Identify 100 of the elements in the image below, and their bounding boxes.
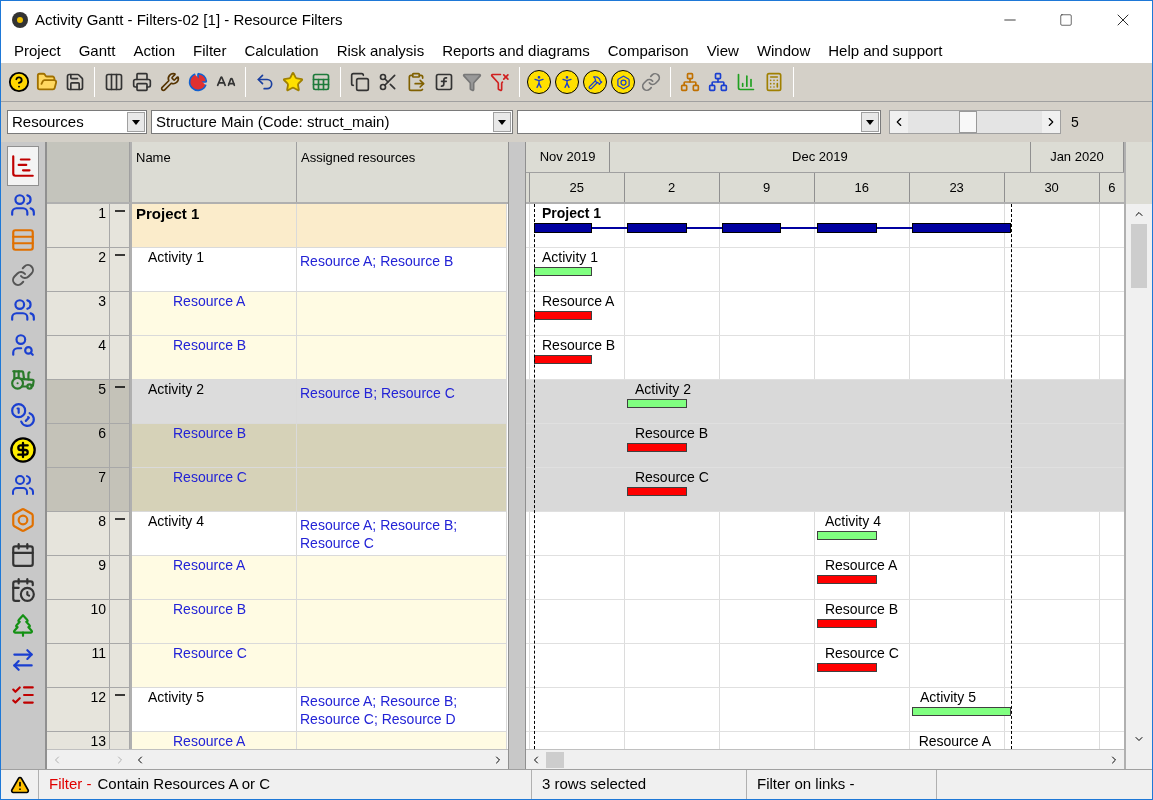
row-header[interactable]: 6 (47, 424, 110, 468)
outline-cell[interactable] (110, 248, 130, 292)
activity-bar[interactable] (816, 531, 878, 540)
name-cell: Resource C (132, 644, 297, 688)
slider-thumb[interactable] (959, 111, 978, 133)
outline-cell[interactable] (110, 204, 130, 248)
menu-item[interactable]: View (697, 39, 748, 63)
name-cell: Resource B (132, 424, 297, 468)
bar-label: Activity 2 (634, 381, 691, 397)
bar-label: Activity 4 (824, 513, 881, 529)
activity-bar[interactable] (534, 267, 592, 276)
dropdown-icon[interactable] (861, 112, 879, 132)
menu-item[interactable]: Window (747, 39, 820, 63)
row-header[interactable]: 9 (47, 556, 110, 600)
outline-cell[interactable] (110, 600, 130, 644)
assigned-resources-cell: Resource A; Resource B; Resource C (297, 512, 507, 556)
month-header: Dec 2019 (610, 142, 1031, 172)
name-cell: Resource B (132, 600, 297, 644)
collapse-icon[interactable] (114, 693, 125, 697)
scroll-thumb[interactable] (1131, 224, 1147, 288)
maximize-icon[interactable] (1059, 13, 1073, 27)
name-cell: Resource A (132, 732, 297, 749)
column-header[interactable]: Name (132, 142, 297, 202)
collapse-icon[interactable] (114, 253, 125, 257)
row-header[interactable]: 11 (47, 644, 110, 688)
row-header[interactable]: 4 (47, 336, 110, 380)
outline-cell[interactable] (110, 644, 130, 688)
summary-bar[interactable] (534, 223, 1011, 233)
outline-cell[interactable] (110, 380, 130, 424)
name-cell: Resource A (132, 292, 297, 336)
row-header[interactable]: 3 (47, 292, 110, 336)
collapse-icon[interactable] (114, 385, 125, 389)
row-header[interactable]: 2 (47, 248, 110, 292)
outline-cell[interactable] (110, 556, 130, 600)
app-logo-icon (11, 11, 29, 29)
week-header: 2 (623, 173, 719, 202)
assigned-resources-cell: Resource A; Resource B; Resource C; Resource D (297, 688, 507, 732)
window-title: Activity Gantt - Filters-02 [1] - Resource Filters (35, 9, 344, 30)
bar-label: Resource B (542, 337, 616, 353)
name-cell: Activity 5 (132, 688, 297, 732)
row-header[interactable]: 8 (47, 512, 110, 556)
menu-item[interactable]: Filter (184, 39, 236, 63)
activity-bar[interactable] (626, 399, 687, 408)
menu-item[interactable]: Help and support (819, 39, 952, 63)
resource-bar[interactable] (816, 663, 878, 672)
bar-label: Project 1 (542, 205, 602, 221)
outline-cell[interactable] (110, 688, 130, 732)
horizontal-scrollbar[interactable] (526, 749, 1124, 769)
bar-label: Activity 1 (542, 249, 598, 265)
month-header: Nov 2019 (526, 142, 611, 172)
menu-item[interactable]: Action (124, 39, 185, 63)
structure-select[interactable]: Structure Main (Code: struct_main) (151, 110, 513, 134)
menu-item[interactable]: Project (5, 39, 70, 63)
filter-label: Filter - (49, 774, 92, 795)
dropdown-icon[interactable] (493, 112, 511, 132)
outline-cell[interactable] (110, 468, 130, 512)
outline-cell[interactable] (110, 336, 130, 380)
name-cell: Resource C (132, 468, 297, 512)
row-header[interactable]: 10 (47, 600, 110, 644)
row-header[interactable]: 13 (47, 732, 110, 749)
row-header[interactable]: 12 (47, 688, 110, 732)
gantt-chart-icon[interactable] (7, 146, 39, 186)
collapse-icon[interactable] (114, 209, 125, 213)
bar-label: Resource B (634, 425, 709, 441)
row-header[interactable]: 5 (47, 380, 110, 424)
outline-cell[interactable] (110, 292, 130, 336)
column-header[interactable]: Assigned resources (297, 142, 507, 202)
name-cell: Resource A (132, 556, 297, 600)
coin-icon[interactable] (7, 434, 39, 466)
name-cell: Activity 4 (132, 512, 297, 556)
week-header: 23 (908, 173, 1004, 202)
activity-bar[interactable] (911, 707, 1011, 716)
outline-cell[interactable] (110, 424, 130, 468)
menu-item[interactable]: Comparison (598, 39, 698, 63)
link-filter-status: Filter on links - (757, 774, 855, 795)
menu-item[interactable]: Reports and diagrams (433, 39, 599, 63)
vertical-scrollbar[interactable] (1126, 142, 1152, 769)
name-cell: Activity 1 (132, 248, 297, 292)
bar-label: Resource A (824, 557, 898, 573)
zoom-slider[interactable] (889, 110, 1061, 134)
bar-label: Resource A (542, 293, 615, 309)
row-header[interactable]: 7 (47, 468, 110, 512)
dropdown-icon[interactable] (127, 112, 145, 132)
bar-label: Activity 5 (919, 689, 976, 705)
bar-label: Resource B (824, 601, 899, 617)
resource-bar[interactable] (816, 575, 878, 584)
scroll-thumb[interactable] (546, 751, 564, 768)
menu-item[interactable]: Gantt (69, 39, 125, 63)
row-header[interactable]: 1 (47, 204, 110, 248)
filter-select[interactable] (517, 110, 881, 134)
week-header: 30 (1003, 173, 1099, 202)
view-select[interactable]: Resources (7, 110, 147, 134)
menu-item[interactable]: Risk analysis (327, 39, 434, 63)
resource-bar[interactable] (816, 619, 878, 628)
menu-item[interactable]: Calculation (235, 39, 328, 63)
name-cell: Resource B (132, 336, 297, 380)
outline-cell[interactable] (110, 512, 130, 556)
week-header: 16 (813, 173, 909, 202)
week-header: 6 (1098, 173, 1124, 202)
collapse-icon[interactable] (114, 517, 125, 521)
